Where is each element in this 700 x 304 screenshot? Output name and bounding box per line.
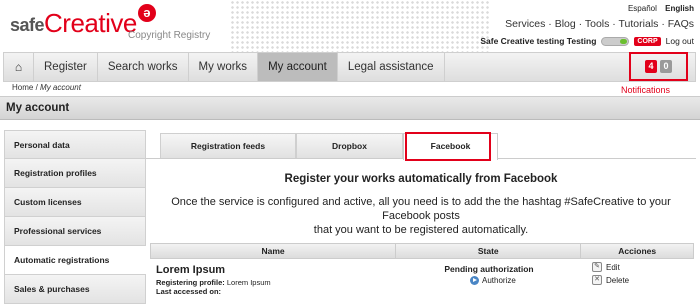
section-description: Once the service is configured and activ…	[146, 195, 696, 237]
cell-actions: ✎ Edit ✕ Delete	[582, 259, 694, 299]
nav-my-account[interactable]: My account	[258, 53, 338, 81]
row-profile-label: Registering profile:	[156, 278, 225, 287]
breadcrumb-home[interactable]: Home	[12, 83, 33, 92]
logo-subtitle: Copyright Registry	[128, 30, 211, 41]
table-row: Lorem Ipsum Registering profile: Lorem I…	[150, 259, 694, 299]
page-title-bar: My account	[0, 96, 700, 120]
header: safe Creative ə Copyright Registry Españ…	[0, 0, 700, 52]
facebook-tab-highlight	[405, 132, 491, 161]
corp-badge: CORP	[634, 36, 661, 46]
authorize-link[interactable]: Authorize	[470, 276, 516, 285]
notification-count-other[interactable]: 0	[660, 60, 672, 73]
page-title: My account	[6, 102, 70, 114]
edit-action[interactable]: ✎ Edit	[592, 262, 620, 272]
user-row: Safe Creative testing Testing CORP Log o…	[480, 36, 694, 46]
username[interactable]: Safe Creative testing Testing	[480, 36, 596, 46]
nav-search-works[interactable]: Search works	[98, 53, 189, 81]
sidebar-item-custom-licenses[interactable]: Custom licenses	[4, 188, 146, 217]
row-accessed: Last accessed on:	[156, 287, 221, 296]
row-profile: Registering profile: Lorem Ipsum	[156, 278, 271, 287]
edit-icon: ✎	[592, 262, 602, 272]
home-icon[interactable]: ⌂	[4, 53, 34, 81]
row-state: Pending authorization	[444, 264, 534, 274]
logo-safe-text: safe	[10, 15, 45, 35]
notification-count-new[interactable]: 4	[645, 60, 657, 73]
column-header-actions: Acciones	[618, 246, 657, 256]
cell-name: Lorem Ipsum Registering profile: Lorem I…	[150, 259, 396, 299]
top-links[interactable]: Services · Blog · Tools · Tutorials · FA…	[505, 18, 694, 30]
column-header-name: Name	[151, 244, 397, 258]
tab-dropbox[interactable]: Dropbox	[296, 133, 403, 158]
breadcrumb: Home / My account	[12, 83, 81, 92]
sidebar-item-automatic-registrations[interactable]: Automatic registrations	[4, 246, 146, 275]
nav-my-works[interactable]: My works	[189, 53, 259, 81]
status-toggle[interactable]	[601, 36, 630, 46]
authorize-label: Authorize	[482, 276, 516, 285]
authorize-icon	[470, 276, 479, 285]
language-english[interactable]: English	[665, 4, 694, 13]
description-line-2: that you want to be registered automatic…	[313, 224, 529, 236]
notifications-box[interactable]: 4 0	[629, 52, 688, 81]
main-nav: ⌂ Register Search works My works My acco…	[3, 52, 696, 82]
sidebar-item-sales-purchases[interactable]: Sales & purchases	[4, 275, 146, 304]
tab-registration-feeds[interactable]: Registration feeds	[160, 133, 296, 158]
column-header-state: State	[396, 244, 582, 258]
breadcrumb-current: My account	[40, 83, 81, 92]
edit-label: Edit	[606, 262, 620, 272]
row-accessed-label: Last accessed on:	[156, 287, 222, 296]
row-title: Lorem Ipsum	[156, 264, 226, 276]
table-header: Name State Acciones	[150, 243, 694, 259]
nav-register[interactable]: Register	[34, 53, 98, 81]
main-content: Registration feeds Dropbox Facebook Regi…	[146, 130, 696, 304]
row-profile-value: Lorem Ipsum	[226, 278, 271, 287]
logo-creative-text: Creative	[44, 8, 137, 38]
logo-mark-icon: ə	[137, 4, 156, 22]
sidebar-item-professional-services[interactable]: Professional services	[4, 217, 146, 246]
logout-link[interactable]: Log out	[666, 36, 694, 46]
world-map-background	[230, 0, 490, 52]
account-sidebar: Personal data Registration profiles Cust…	[4, 130, 146, 304]
section-heading: Register your works automatically from F…	[284, 173, 558, 185]
language-espanol[interactable]: Español	[628, 4, 657, 13]
notifications-label: Notifications	[621, 85, 671, 95]
language-switcher: Español English	[622, 4, 694, 13]
sidebar-item-registration-profiles[interactable]: Registration profiles	[4, 159, 146, 188]
automation-table: Name State Acciones Lorem Ipsum Register…	[150, 243, 694, 299]
delete-icon: ✕	[592, 275, 602, 285]
cell-state: Pending authorization Authorize	[396, 259, 582, 299]
delete-action[interactable]: ✕ Delete	[592, 275, 629, 285]
breadcrumb-separator: /	[35, 83, 38, 92]
nav-legal-assistance[interactable]: Legal assistance	[338, 53, 445, 81]
description-line-1: Once the service is configured and activ…	[171, 196, 671, 222]
sidebar-item-personal-data[interactable]: Personal data	[4, 130, 146, 159]
delete-label: Delete	[606, 275, 630, 285]
